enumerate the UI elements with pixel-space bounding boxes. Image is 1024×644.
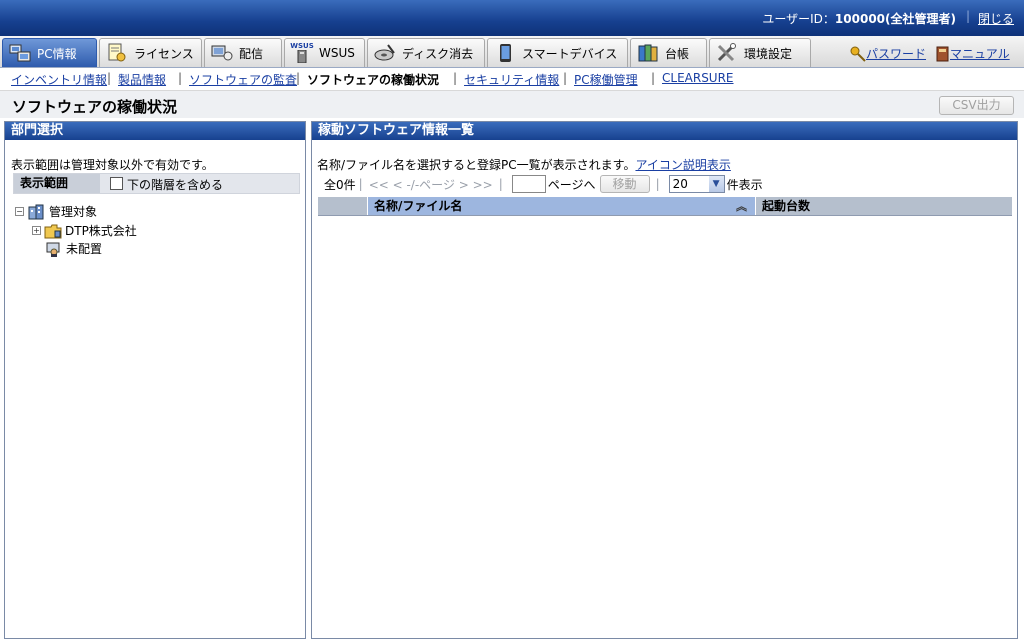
tree-label: 管理対象	[49, 205, 98, 219]
subnav-pc-operation[interactable]: PC稼働管理	[574, 71, 638, 88]
tree-label: DTP株式会社	[65, 224, 137, 238]
divider: |	[498, 177, 503, 191]
logout-link[interactable]: 閉じる	[978, 10, 1014, 27]
divider: |	[965, 9, 970, 23]
include-children-checkbox[interactable]	[110, 177, 123, 190]
divider: |	[178, 71, 183, 85]
tab-smart-device[interactable]: スマートデバイス	[487, 38, 628, 67]
sort-icon[interactable]: ︽	[736, 197, 747, 216]
grid-header: 名称/ファイル名 ︽ 起動台数	[318, 197, 1012, 216]
column-header-launch-count[interactable]: 起動台数	[756, 197, 1012, 215]
tree-node-root[interactable]: − 管理対象	[15, 203, 97, 220]
wsus-icon: WSUS	[290, 43, 314, 63]
collapse-icon[interactable]: −	[15, 207, 24, 216]
subnav-product-info[interactable]: 製品情報	[118, 71, 166, 88]
smart-device-icon	[494, 43, 516, 63]
password-link[interactable]: パスワード	[850, 45, 926, 62]
scope-label: 表示範囲	[14, 174, 100, 193]
per-page-suffix: 件表示	[726, 177, 763, 192]
include-children-label[interactable]: 下の階層を含める	[127, 176, 223, 193]
manual-link[interactable]: マニュアル	[936, 45, 1010, 62]
subnav-security-info[interactable]: セキュリティ情報	[464, 71, 559, 88]
license-icon	[106, 43, 128, 63]
pager: 全0件 | << < -/-ページ > >> | ページへ 移動 | 20 ▼ …	[324, 174, 763, 194]
move-button[interactable]: 移動	[599, 175, 650, 193]
divider: |	[655, 177, 660, 191]
subnav-software-audit[interactable]: ソフトウェアの監査	[189, 71, 297, 88]
tab-ledger[interactable]: 台帳	[630, 38, 707, 67]
icon-column-header	[318, 197, 368, 215]
sub-navigation: インベントリ情報 | 製品情報 | ソフトウェアの監査 | ソフトウェアの稼働状…	[0, 68, 1024, 88]
settings-tools-icon	[716, 43, 738, 63]
tab-delivery[interactable]: 配信	[204, 38, 282, 67]
scope-row: 表示範囲 下の階層を含める	[13, 173, 300, 194]
title-row: ソフトウェアの稼働状況 CSV出力	[0, 90, 1024, 118]
tree-label: 未配置	[66, 242, 103, 256]
chevron-down-icon[interactable]: ▼	[708, 176, 724, 192]
tab-disk-erase[interactable]: ディスク消去	[367, 38, 485, 67]
panel-title: 部門選択	[5, 122, 305, 140]
ledger-icon	[637, 43, 659, 63]
disk-erase-icon	[374, 43, 396, 63]
column-header-name[interactable]: 名称/ファイル名 ︽	[368, 197, 756, 215]
csv-export-button[interactable]: CSV出力	[939, 96, 1014, 115]
department-panel: 部門選択 表示範囲は管理対象以外で有効です。 表示範囲 下の階層を含める − 管…	[4, 121, 306, 639]
divider: |	[107, 71, 112, 85]
scope-note: 表示範囲は管理対象以外で有効です。	[11, 158, 214, 172]
panel-title: 稼動ソフトウェア情報一覧	[312, 122, 1017, 140]
page-number-input[interactable]	[511, 175, 546, 193]
total-count: 全0件	[324, 177, 356, 192]
unassigned-pc-icon	[46, 242, 60, 257]
divider: |	[453, 71, 458, 85]
pc-icon	[9, 43, 31, 63]
book-icon	[936, 46, 949, 61]
page-navigation: << < -/-ページ > >>	[368, 177, 493, 192]
subnav-inventory[interactable]: インベントリ情報	[11, 71, 107, 88]
page-suffix: ページへ	[547, 177, 596, 192]
tab-license[interactable]: ライセンス	[99, 38, 202, 67]
key-icon	[850, 46, 866, 62]
subnav-software-usage: ソフトウェアの稼働状況	[307, 73, 440, 87]
tree-node-company[interactable]: + DTP株式会社	[32, 222, 137, 239]
user-info: ユーザーID：100000(全社管理者)	[762, 12, 956, 26]
folder-icon	[44, 224, 62, 238]
subnav-clearsure[interactable]: CLEARSURE	[662, 71, 734, 85]
main-tab-bar: PC情報 ライセンス 配信 WSUS WSUS ディスク消去 スマートデバイス	[0, 36, 1024, 68]
top-header: ユーザーID：100000(全社管理者) | 閉じる	[0, 0, 1024, 36]
tree-node-unassigned[interactable]: 未配置	[45, 240, 102, 257]
divider: |	[358, 177, 363, 191]
divider: |	[651, 71, 656, 85]
divider: |	[296, 71, 301, 85]
delivery-icon	[211, 43, 233, 63]
tab-pc-info[interactable]: PC情報	[2, 38, 97, 67]
list-note: 名称/ファイル名を選択すると登録PC一覧が表示されます。アイコン説明表示	[317, 158, 731, 172]
page-title: ソフトウェアの稼働状況	[12, 98, 178, 116]
divider: |	[563, 71, 568, 85]
per-page-select[interactable]: 20 ▼	[668, 175, 725, 193]
building-icon	[28, 204, 44, 219]
software-list-panel: 稼動ソフトウェア情報一覧 名称/ファイル名を選択すると登録PC一覧が表示されます…	[311, 121, 1018, 639]
icon-help-link[interactable]: アイコン説明表示	[635, 158, 730, 172]
expand-icon[interactable]: +	[32, 226, 41, 235]
tab-wsus[interactable]: WSUS WSUS	[284, 38, 365, 67]
tab-settings[interactable]: 環境設定	[709, 38, 811, 67]
